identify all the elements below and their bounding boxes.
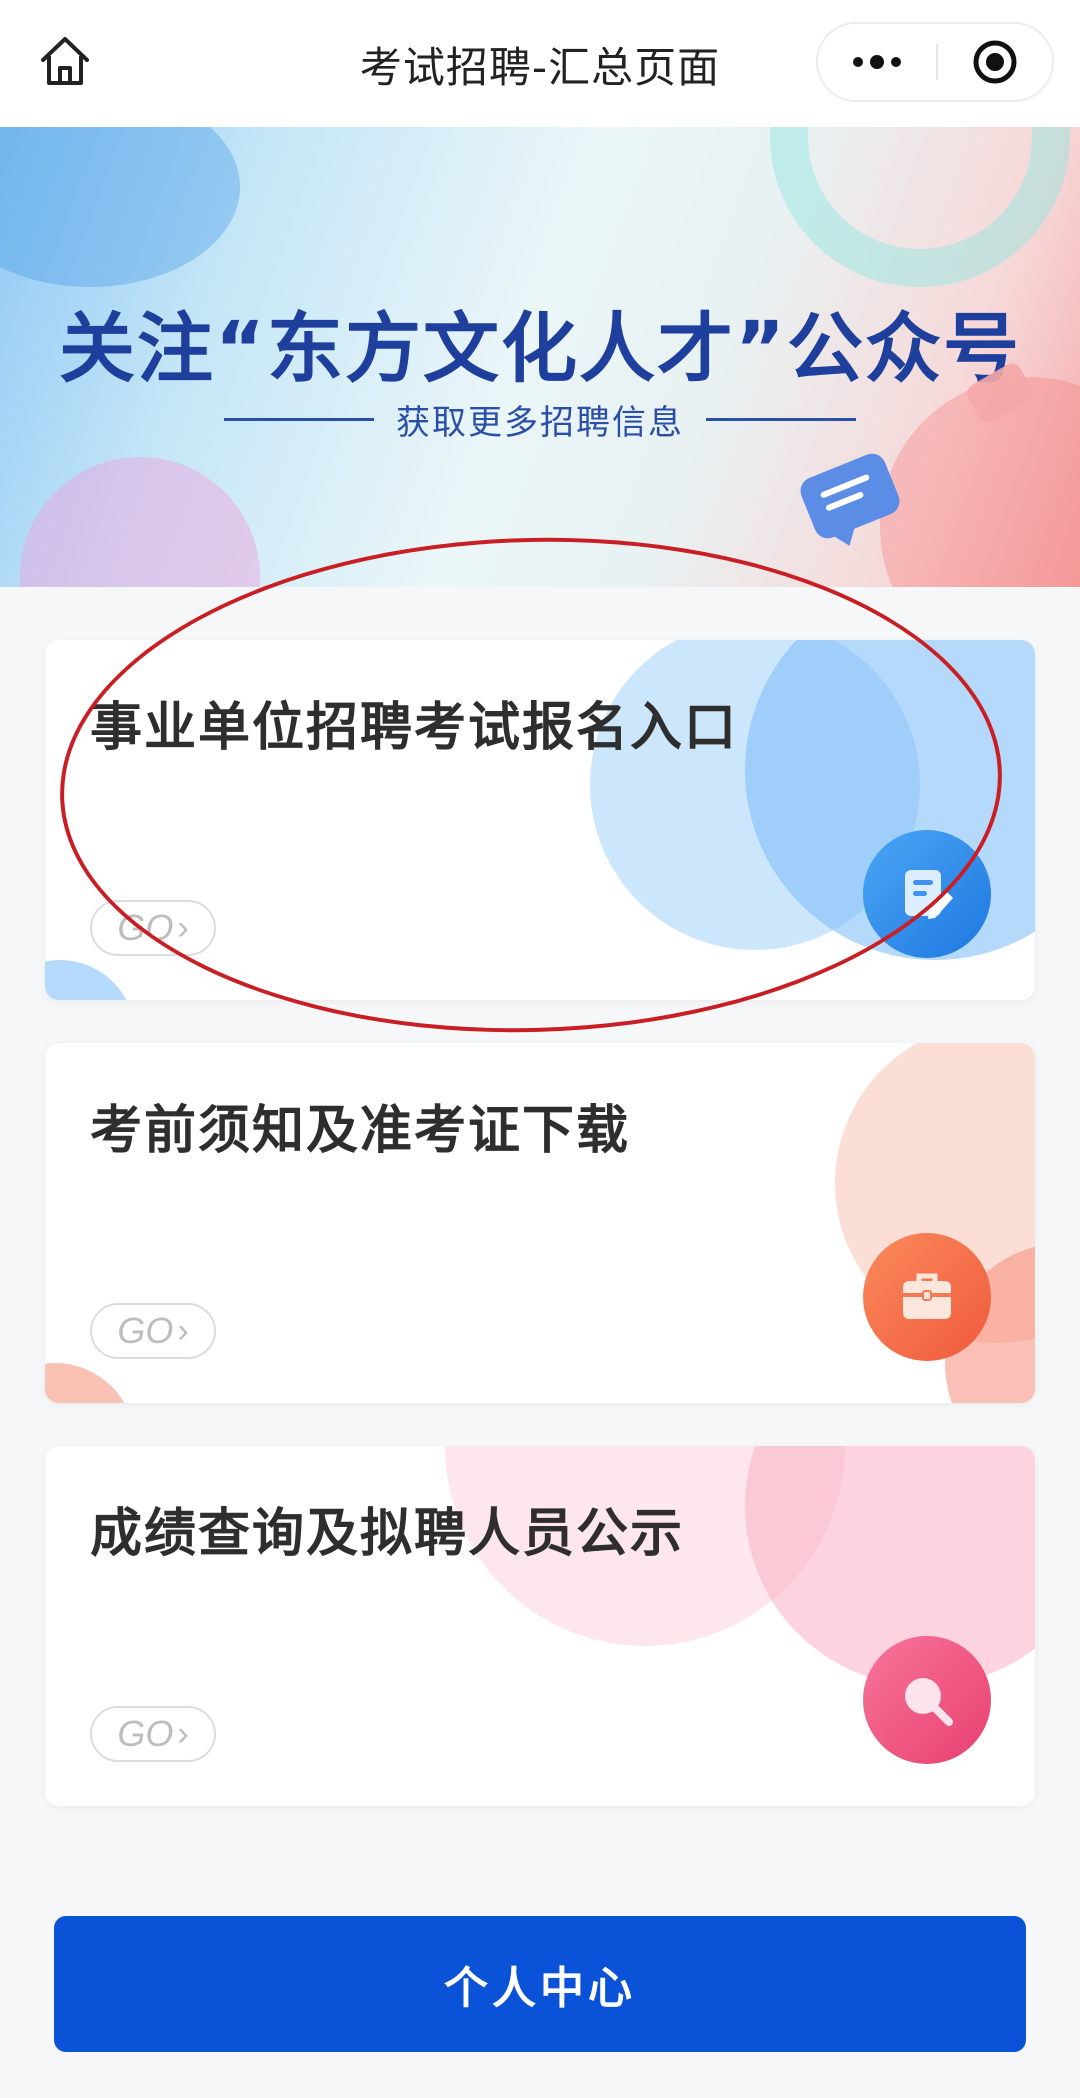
banner-subtitle-row: 获取更多招聘信息	[0, 395, 1080, 444]
search-icon	[863, 1636, 991, 1764]
card-exam-notice[interactable]: 考前须知及准考证下载 GO ›	[45, 1043, 1035, 1403]
divider-line	[706, 418, 856, 421]
promo-banner[interactable]: 关注“东方文化人才”公众号 获取更多招聘信息	[0, 127, 1080, 587]
banner-subtitle: 获取更多招聘信息	[396, 403, 684, 443]
target-circle-icon	[973, 40, 1017, 84]
card-title: 考前须知及准考证下载	[90, 1101, 631, 1161]
go-button[interactable]: GO ›	[90, 1706, 216, 1762]
chevron-right-icon: ›	[177, 908, 189, 947]
go-button[interactable]: GO ›	[90, 900, 216, 956]
go-button[interactable]: GO ›	[90, 1303, 216, 1359]
more-dots-icon	[853, 55, 901, 69]
banner-title: 关注“东方文化人才”公众号	[59, 304, 1021, 393]
chevron-right-icon: ›	[177, 1714, 189, 1753]
banner-decoration	[0, 127, 240, 287]
card-decoration	[45, 1363, 135, 1403]
go-label: GO	[117, 1713, 174, 1754]
divider-line	[224, 418, 374, 421]
card-title: 事业单位招聘考试报名入口	[90, 698, 739, 758]
more-button[interactable]	[818, 24, 936, 100]
go-label: GO	[117, 907, 174, 948]
go-label: GO	[117, 1310, 174, 1351]
card-decoration	[45, 960, 135, 1000]
navigation-bar: 考试招聘-汇总页面	[0, 0, 1080, 127]
briefcase-icon	[863, 1233, 991, 1361]
personal-center-button[interactable]: 个人中心	[54, 1916, 1026, 2052]
card-score-query[interactable]: 成绩查询及拟聘人员公示 GO ›	[45, 1446, 1035, 1806]
banner-decoration	[770, 127, 1070, 287]
chevron-right-icon: ›	[177, 1311, 189, 1350]
close-miniprogram-button[interactable]	[938, 24, 1052, 100]
card-registration-entry[interactable]: 事业单位招聘考试报名入口 GO ›	[45, 640, 1035, 1000]
menu-capsule	[816, 22, 1054, 102]
edit-document-icon	[863, 830, 991, 958]
card-title: 成绩查询及拟聘人员公示	[90, 1504, 685, 1564]
banner-decoration	[20, 457, 260, 587]
